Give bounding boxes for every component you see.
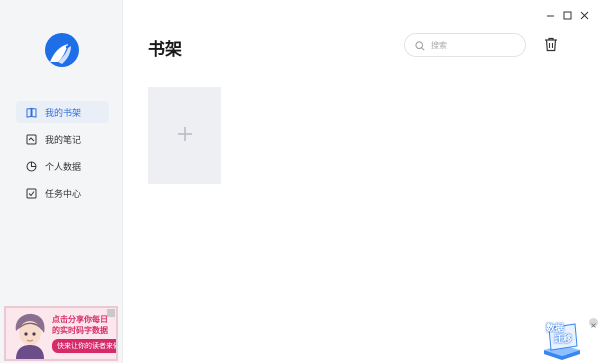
maximize-button[interactable] bbox=[562, 9, 573, 20]
trash-button[interactable] bbox=[544, 37, 558, 52]
sidebar-item-task-center[interactable]: 任务中心 bbox=[16, 182, 109, 204]
migration-label-line1: 数据 bbox=[546, 324, 565, 334]
sidebar-item-label: 我的书架 bbox=[45, 108, 82, 119]
promo-corner-marker bbox=[107, 309, 115, 317]
minimize-icon bbox=[546, 5, 555, 24]
plus-icon bbox=[177, 126, 193, 146]
close-button[interactable] bbox=[579, 9, 590, 20]
sidebar-item-bookshelf[interactable]: 我的书架 bbox=[16, 101, 109, 123]
migration-label-line2: 迁移 bbox=[554, 335, 573, 345]
trash-icon bbox=[544, 37, 558, 56]
search-icon bbox=[415, 36, 425, 55]
sidebar-item-label: 个人数据 bbox=[45, 162, 82, 173]
promo-button[interactable]: 快来让你的读者来催更吧！ bbox=[52, 339, 116, 353]
search-box[interactable] bbox=[404, 33, 526, 57]
minimize-button[interactable] bbox=[545, 9, 556, 20]
close-icon bbox=[580, 5, 589, 24]
promo-text-line1: 点击分享你每日 bbox=[52, 315, 108, 324]
pie-chart-icon bbox=[26, 161, 37, 172]
page-title: 书架 bbox=[148, 40, 182, 60]
search-input[interactable] bbox=[431, 40, 511, 50]
anime-character-image bbox=[10, 311, 50, 359]
book-icon bbox=[26, 107, 37, 118]
sidebar: 我的书架 我的笔记 个人数据 任务中心 点击分享你每日 的实时码字数据 快来让你… bbox=[0, 0, 123, 363]
app-logo bbox=[44, 32, 80, 68]
sidebar-item-notes[interactable]: 我的笔记 bbox=[16, 128, 109, 150]
sidebar-item-personal-data[interactable]: 个人数据 bbox=[16, 155, 109, 177]
promo-banner[interactable]: 点击分享你每日 的实时码字数据 快来让你的读者来催更吧！ bbox=[4, 306, 118, 361]
sidebar-item-label: 任务中心 bbox=[45, 189, 82, 200]
task-icon bbox=[26, 188, 37, 199]
sidebar-nav: 我的书架 我的笔记 个人数据 任务中心 bbox=[16, 101, 109, 209]
sidebar-item-label: 我的笔记 bbox=[45, 135, 82, 146]
close-icon bbox=[591, 313, 596, 332]
add-book-card[interactable] bbox=[148, 87, 221, 184]
data-migration-badge[interactable]: 数据 迁移 bbox=[541, 320, 583, 360]
maximize-icon bbox=[563, 5, 572, 24]
migration-close-button[interactable] bbox=[589, 318, 598, 328]
note-icon bbox=[26, 134, 37, 145]
promo-text-line2: 的实时码字数据 bbox=[52, 326, 108, 335]
